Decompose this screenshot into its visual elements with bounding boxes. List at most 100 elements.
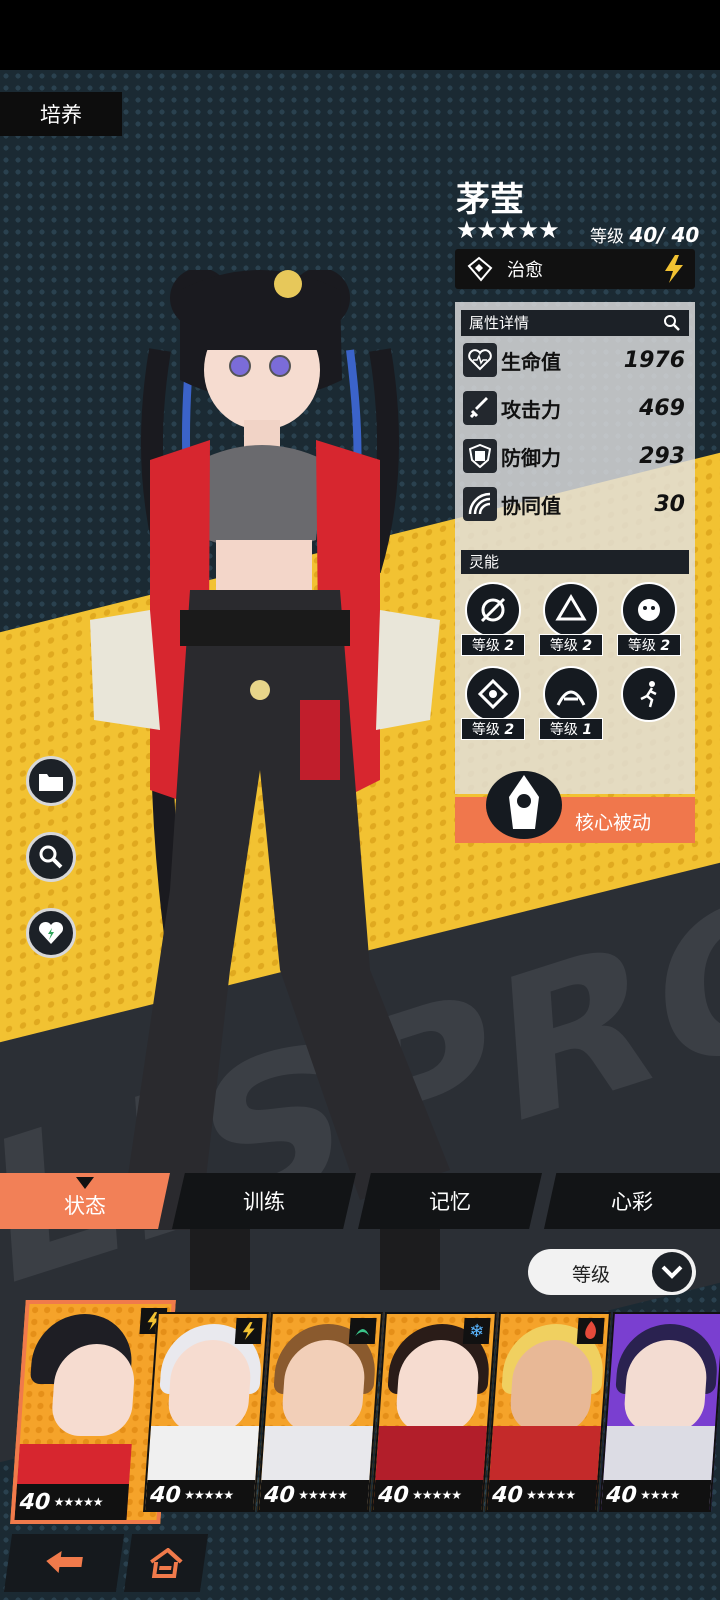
class-bar[interactable]: 治愈 (455, 249, 695, 289)
attribute-value: 469 (639, 395, 685, 421)
tab-heart-color[interactable]: 心彩 (544, 1173, 720, 1229)
card-level: 40 (18, 1489, 52, 1515)
core-passive-label: 核心被动 (575, 812, 652, 834)
card-level: 40 (491, 1482, 524, 1508)
card-footer: 40 ★★★★★ (487, 1480, 602, 1510)
card-level: 40 (263, 1482, 296, 1508)
ice-element-icon: ❄ (462, 1318, 491, 1344)
card-stars: ★★★★★ (53, 1495, 103, 1509)
character-portrait (90, 270, 450, 1290)
card-footer: 40 ★★★★ (601, 1480, 716, 1510)
psi-skill-1[interactable]: 等级 2 (461, 582, 525, 662)
roster-card[interactable]: 40 ★★★★ (599, 1312, 720, 1512)
wind-element-icon (348, 1318, 377, 1344)
sort-dropdown[interactable]: 等级 (528, 1249, 696, 1295)
card-stars: ★★★★ (639, 1488, 680, 1502)
attribute-value: 30 (654, 491, 685, 517)
tab-label: 记忆 (429, 1190, 471, 1214)
character-roster: 40 ★★★★★ 40 ★★★★★ 40 ★★★★★ ❄ 40 ★★★★★ 40… (0, 1300, 720, 1524)
heal-class-icon (467, 256, 493, 282)
magnify-icon (664, 315, 680, 331)
search-icon (39, 845, 63, 869)
psi-skill-6[interactable] (617, 666, 681, 746)
level-display: 等级 40/ 40 (590, 222, 699, 247)
skill-level: 等级 2 (461, 718, 525, 740)
skill-level: 等级 2 (461, 634, 525, 656)
home-icon (150, 1548, 183, 1578)
attribute-panel: 属性详情 生命值 1976 攻击力 469 防御力 293 协同值 30 灵能 (455, 302, 695, 794)
attribute-row-hp: 生命值 1976 (463, 340, 689, 380)
heart-icon (463, 343, 497, 377)
chevron-down-icon (652, 1252, 692, 1292)
attribute-label: 防御力 (501, 445, 561, 470)
skill-icon (465, 666, 521, 722)
section-tag: 培养 (0, 92, 122, 136)
folder-button[interactable] (26, 756, 76, 806)
heart-bolt-icon (38, 921, 64, 944)
back-button[interactable] (3, 1534, 125, 1592)
skill-level: 等级 2 (539, 634, 603, 656)
character-name: 茅莹 (456, 180, 524, 220)
attribute-label: 生命值 (501, 349, 561, 374)
attribute-value: 1976 (623, 347, 685, 373)
psi-skill-3[interactable]: 等级 2 (617, 582, 681, 662)
status-bar (0, 0, 720, 70)
lightning-element-icon (234, 1318, 263, 1344)
roster-card[interactable]: 40 ★★★★★ (257, 1312, 383, 1512)
psi-skill-2[interactable]: 等级 2 (539, 582, 603, 662)
card-footer: 40 ★★★★★ (259, 1480, 374, 1510)
psi-skill-4[interactable]: 等级 2 (461, 666, 525, 746)
attribute-row-synergy: 协同值 30 (463, 484, 689, 524)
shield-icon (463, 439, 497, 473)
roster-card[interactable]: 40 ★★★★★ (143, 1312, 269, 1512)
tab-label: 状态 (64, 1194, 106, 1218)
level-label: 等级 (590, 227, 624, 247)
attribute-value: 293 (639, 443, 685, 469)
attribute-row-defense: 防御力 293 (463, 436, 689, 476)
awaken-button[interactable] (26, 908, 76, 958)
tab-label: 心彩 (611, 1190, 653, 1214)
card-stars: ★★★★★ (411, 1488, 462, 1502)
psi-header: 灵能 (461, 550, 689, 574)
fire-element-icon (576, 1318, 605, 1344)
folder-icon (39, 774, 63, 791)
card-footer: 40 ★★★★★ (373, 1480, 488, 1510)
card-footer: 40 ★★★★★ (14, 1484, 129, 1520)
card-stars: ★★★★★ (525, 1488, 576, 1502)
synergy-icon (463, 487, 497, 521)
skill-icon (543, 666, 599, 722)
attribute-row-attack: 攻击力 469 (463, 388, 689, 428)
class-name: 治愈 (507, 260, 543, 281)
active-tab-arrow (76, 1177, 94, 1189)
psi-skill-5[interactable]: 等级 1 (539, 666, 603, 746)
attribute-label: 协同值 (501, 493, 561, 518)
tab-training[interactable]: 训练 (172, 1173, 356, 1229)
attribute-details-title: 属性详情 (469, 314, 530, 332)
tab-label: 训练 (243, 1190, 285, 1214)
skill-icon (621, 582, 677, 638)
home-button[interactable] (123, 1534, 209, 1592)
card-footer: 40 ★★★★★ (145, 1480, 260, 1510)
core-passive-icon (486, 771, 562, 839)
attribute-details-header[interactable]: 属性详情 (461, 310, 689, 336)
roster-card[interactable]: 40 ★★★★★ (485, 1312, 611, 1512)
inspect-button[interactable] (26, 832, 76, 882)
skill-level: 等级 2 (617, 634, 681, 656)
tab-status[interactable]: 状态 (0, 1173, 170, 1229)
sword-icon (463, 391, 497, 425)
level-value: 40/ 40 (629, 223, 700, 247)
tab-memory[interactable]: 记忆 (358, 1173, 542, 1229)
card-level: 40 (377, 1482, 410, 1508)
tab-bar: 状态 训练 记忆 心彩 (0, 1173, 720, 1229)
running-figure-icon (621, 666, 677, 722)
attribute-label: 攻击力 (501, 397, 561, 422)
skill-level: 等级 1 (539, 718, 603, 740)
skill-icon (543, 582, 599, 638)
card-stars: ★★★★★ (297, 1488, 348, 1502)
sort-label: 等级 (572, 1264, 611, 1286)
lightning-element-icon (665, 255, 683, 283)
card-level: 40 (605, 1482, 638, 1508)
roster-card[interactable]: ❄ 40 ★★★★★ (371, 1312, 497, 1512)
core-passive-button[interactable]: 核心被动 (455, 771, 695, 843)
card-stars: ★★★★★ (183, 1488, 234, 1502)
